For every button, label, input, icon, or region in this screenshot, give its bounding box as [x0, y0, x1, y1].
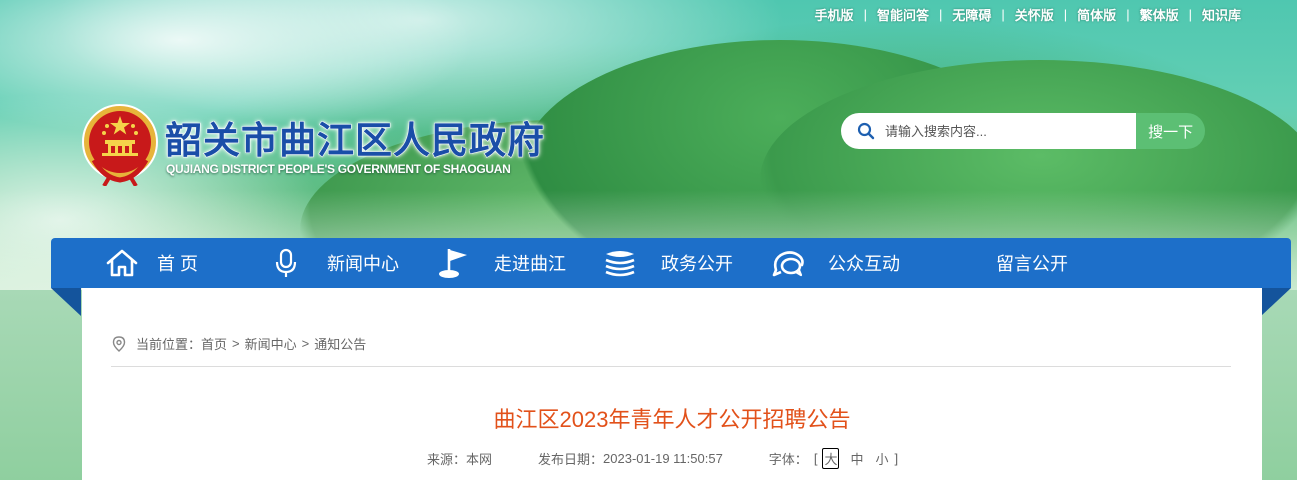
font-size-label: 字体：	[768, 452, 808, 467]
nav-ribbon-fold-left	[51, 288, 81, 316]
breadcrumb-separator: >	[232, 336, 240, 351]
publish-date-label: 发布日期：	[538, 452, 604, 467]
breadcrumb-notices-link[interactable]: 通知公告	[314, 334, 366, 353]
search-input[interactable]	[885, 123, 1125, 139]
nav-item-label: 新闻中心	[327, 254, 399, 274]
page-side-background	[0, 290, 82, 480]
breadcrumb-prefix: 当前位置：	[136, 337, 202, 352]
breadcrumb-news-center-link[interactable]: 新闻中心	[245, 334, 297, 353]
page-side-background	[1262, 290, 1297, 480]
font-size-small-button[interactable]: 小	[875, 449, 888, 468]
search-icon	[857, 122, 875, 140]
search-field-wrapper	[841, 113, 1137, 149]
top-link-separator: |	[1126, 6, 1130, 22]
nav-item-news-center[interactable]: 新闻中心	[275, 238, 399, 288]
top-link-accessibility[interactable]: 无障碍	[952, 5, 991, 24]
nav-item-public-interaction[interactable]: 公众互动	[772, 238, 900, 288]
source-label: 来源：	[427, 452, 467, 467]
nav-ribbon-fold-right	[1261, 288, 1291, 316]
nav-item-label: 公众互动	[828, 254, 900, 274]
font-size-large-button[interactable]: 大	[822, 448, 840, 469]
top-link-care-mode[interactable]: 关怀版	[1015, 5, 1054, 24]
flag-icon	[439, 249, 467, 278]
home-icon	[106, 249, 138, 277]
search-button[interactable]: 搜一下	[1136, 113, 1205, 149]
top-link-knowledge-base[interactable]: 知识库	[1202, 5, 1241, 24]
article-meta: 来源： 本网 发布日期： 2023-01-19 11:50:57 字体： [ 大…	[427, 448, 898, 469]
source-value: 本网	[466, 452, 493, 467]
nav-item-label: 首 页	[157, 254, 199, 274]
publish-date-value: 2023-01-19 11:50:57	[603, 451, 723, 466]
top-link-simplified[interactable]: 简体版	[1077, 5, 1116, 24]
main-nav-bar: 首 页 新闻中心 走进曲江 政务公开 公众互动 留言公开	[51, 238, 1291, 288]
top-link-separator: |	[1063, 6, 1068, 22]
top-link-smart-qa[interactable]: 智能问答	[877, 5, 929, 24]
article-title: 曲江区2023年青年人才公开招聘公告	[493, 407, 851, 432]
breadcrumb: 当前位置： 首页 > 新闻中心 > 通知公告	[112, 334, 366, 353]
top-link-separator: |	[938, 6, 943, 22]
top-link-separator: |	[1001, 6, 1005, 22]
top-link-separator: |	[1188, 6, 1192, 22]
nav-item-label: 留言公开	[996, 254, 1068, 274]
location-pin-icon	[112, 335, 126, 352]
font-size-bracket-open: [	[813, 451, 818, 466]
nav-item-label: 走进曲江	[494, 254, 566, 274]
search-bar: 搜一下	[841, 113, 1205, 149]
layers-icon	[605, 251, 635, 277]
content-panel: 当前位置： 首页 > 新闻中心 > 通知公告 曲江区2023年青年人才公开招聘公…	[82, 288, 1262, 480]
site-title[interactable]: 韶关市曲江区人民政府	[165, 110, 545, 164]
breadcrumb-home-link[interactable]: 首页	[201, 334, 227, 353]
nav-item-about-qujiang[interactable]: 走进曲江	[437, 238, 566, 288]
site-subtitle: QUJIANG DISTRICT PEOPLE'S GOVERNMENT OF …	[166, 162, 511, 176]
microphone-icon	[275, 248, 297, 277]
breadcrumb-divider	[111, 366, 1231, 367]
top-link-traditional[interactable]: 繁体版	[1140, 5, 1179, 24]
nav-item-label: 政务公开	[661, 254, 733, 274]
font-size-medium-button[interactable]: 中	[850, 449, 863, 468]
top-link-separator: |	[863, 6, 867, 22]
nav-item-home[interactable]: 首 页	[105, 238, 198, 288]
national-emblem-logo[interactable]	[80, 102, 160, 186]
breadcrumb-separator: >	[301, 336, 310, 351]
chat-bubbles-icon	[772, 251, 804, 277]
nav-item-message-board[interactable]: 留言公开	[996, 238, 1068, 288]
nav-item-government-affairs[interactable]: 政务公开	[603, 238, 733, 288]
top-links-bar: 手机版 | 智能问答 | 无障碍 | 关怀版 | 简体版 | 繁体版 | 知识库	[815, 4, 1241, 24]
font-size-bracket-close: ]	[894, 451, 899, 466]
top-link-mobile[interactable]: 手机版	[815, 5, 854, 24]
